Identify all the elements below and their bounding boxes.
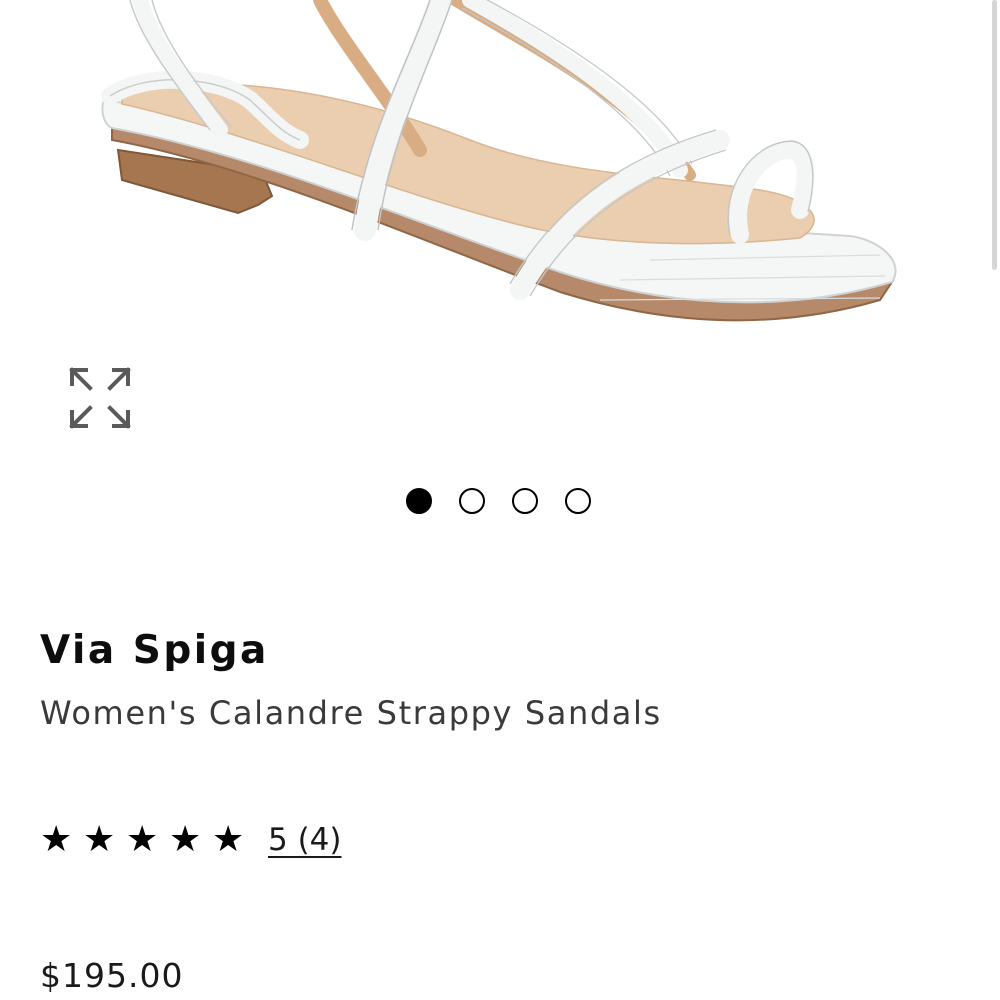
product-detail-page: Via Spiga Women's Calandre Strappy Sanda…: [0, 0, 1000, 1000]
carousel-dot-2[interactable]: [459, 488, 485, 514]
carousel-dot-1[interactable]: [406, 488, 432, 514]
star-icon: ★: [126, 819, 159, 860]
expand-image-button[interactable]: [62, 360, 138, 436]
rating-stars: ★ ★ ★ ★ ★: [40, 818, 255, 862]
expand-icon: [69, 367, 131, 429]
star-icon: ★: [83, 819, 116, 860]
star-icon: ★: [40, 819, 73, 860]
carousel-dot-3[interactable]: [512, 488, 538, 514]
image-carousel-dots: [404, 486, 604, 516]
scrollbar[interactable]: [992, 0, 997, 270]
product-rating: ★ ★ ★ ★ ★ 5 (4): [40, 818, 342, 862]
reviews-link[interactable]: 5 (4): [268, 822, 342, 858]
product-name: Women's Calandre Strappy Sandals: [40, 694, 662, 732]
carousel-dot-4[interactable]: [565, 488, 591, 514]
star-icon: ★: [212, 819, 245, 860]
product-price: $195.00: [40, 956, 184, 995]
product-brand: Via Spiga: [40, 628, 269, 673]
star-icon: ★: [169, 819, 202, 860]
product-image[interactable]: [0, 0, 1000, 345]
